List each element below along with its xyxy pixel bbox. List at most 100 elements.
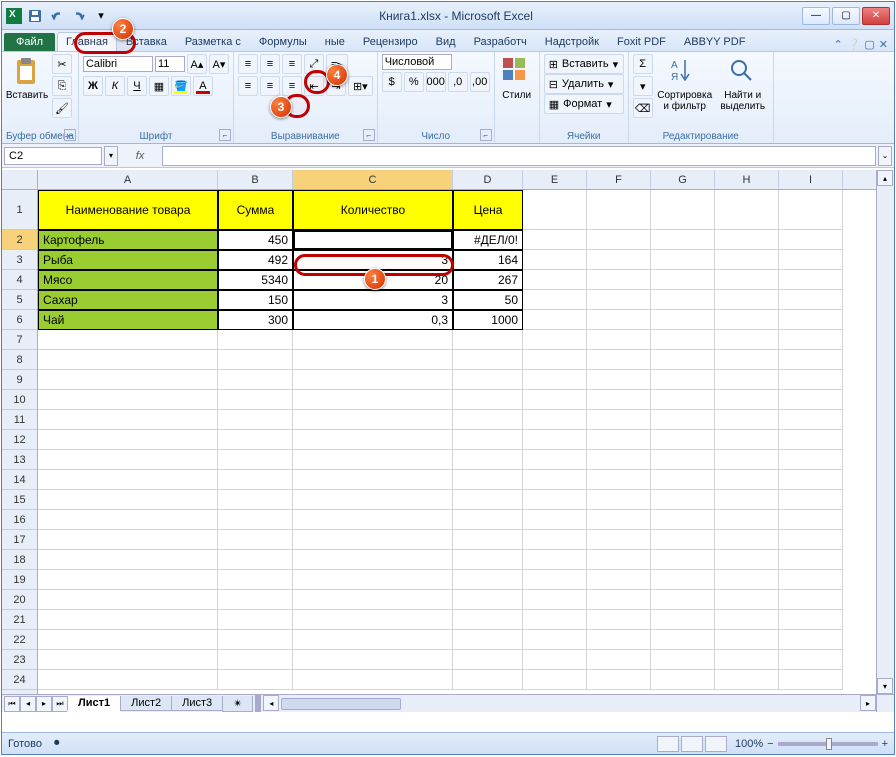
cell[interactable] [715,450,779,470]
cell[interactable]: Сумма [218,190,293,230]
cell[interactable] [779,530,843,550]
cell[interactable] [587,570,651,590]
cell[interactable] [523,310,587,330]
insert-cells-button[interactable]: ⊞Вставить ▾ [544,54,624,74]
cell[interactable] [38,590,218,610]
cell[interactable] [38,670,218,690]
qat-customize-icon[interactable]: ▾ [92,7,110,25]
row-header-9[interactable]: 9 [2,370,37,390]
cut-icon[interactable]: ✂ [52,54,72,74]
cell[interactable] [38,350,218,370]
cell[interactable] [779,550,843,570]
tab-last-icon[interactable]: ⏭ [52,696,68,712]
cell[interactable] [587,250,651,270]
cell[interactable] [715,330,779,350]
cell[interactable] [779,230,843,250]
formula-expand[interactable]: ⌄ [878,146,892,166]
cell[interactable] [218,670,293,690]
horizontal-scrollbar[interactable] [279,695,860,712]
cell[interactable] [523,330,587,350]
row-header-3[interactable]: 3 [2,250,37,270]
cell[interactable] [587,650,651,670]
macro-record-icon[interactable]: ⏺ [54,737,60,750]
cell[interactable] [453,630,523,650]
help-icon[interactable]: ❔ [847,38,861,51]
row-header-18[interactable]: 18 [2,550,37,570]
row-header-5[interactable]: 5 [2,290,37,310]
row-header-17[interactable]: 17 [2,530,37,550]
row-header-12[interactable]: 12 [2,430,37,450]
col-header-A[interactable]: A [38,170,218,189]
cell[interactable] [523,470,587,490]
cell[interactable] [218,510,293,530]
cell[interactable] [293,370,453,390]
align-bottom-icon[interactable]: ≡ [282,54,302,74]
cell[interactable] [715,610,779,630]
cell[interactable] [453,350,523,370]
cell[interactable] [453,650,523,670]
cell[interactable]: 267 [453,270,523,290]
row-header-14[interactable]: 14 [2,470,37,490]
cell[interactable] [218,450,293,470]
save-icon[interactable] [26,7,44,25]
alignment-launcher[interactable]: ⌐ [363,129,375,141]
row-header-19[interactable]: 19 [2,570,37,590]
cell[interactable] [218,490,293,510]
col-header-B[interactable]: B [218,170,293,189]
cell[interactable] [715,250,779,270]
cell[interactable] [587,390,651,410]
cell[interactable] [453,610,523,630]
cell[interactable] [453,470,523,490]
cell[interactable] [651,510,715,530]
cell[interactable] [715,510,779,530]
cell[interactable] [523,650,587,670]
cell[interactable] [779,630,843,650]
cell[interactable] [453,390,523,410]
cell[interactable] [587,370,651,390]
font-color-button[interactable]: A [193,76,213,96]
cell[interactable] [38,530,218,550]
cell[interactable]: 1000 [453,310,523,330]
cell[interactable] [453,450,523,470]
cell[interactable] [715,410,779,430]
row-header-13[interactable]: 13 [2,450,37,470]
cell[interactable] [38,510,218,530]
cell[interactable] [293,570,453,590]
cell[interactable] [293,550,453,570]
cell[interactable] [293,430,453,450]
cell[interactable] [779,390,843,410]
cell[interactable]: 300 [218,310,293,330]
namebox-dropdown[interactable]: ▾ [104,146,118,166]
align-left-icon[interactable]: ≡ [238,76,258,96]
currency-icon[interactable]: $ [382,72,402,92]
cell[interactable] [587,550,651,570]
align-center-icon[interactable]: ≡ [260,76,280,96]
tab-addins[interactable]: Надстройк [536,32,608,51]
scroll-up-icon[interactable]: ▴ [877,170,893,186]
cell[interactable] [651,190,715,230]
cell[interactable] [453,330,523,350]
cell[interactable] [651,670,715,690]
tab-split-handle[interactable] [255,695,261,712]
cell[interactable] [587,270,651,290]
cell[interactable] [293,670,453,690]
col-header-D[interactable]: D [453,170,523,189]
cell[interactable]: Мясо [38,270,218,290]
row-header-10[interactable]: 10 [2,390,37,410]
cell[interactable] [293,530,453,550]
cell[interactable]: 164 [453,250,523,270]
cell[interactable] [218,530,293,550]
scroll-down-icon[interactable]: ▾ [877,678,893,694]
cell[interactable] [293,510,453,530]
close-button[interactable]: ✕ [862,7,890,25]
row-header-21[interactable]: 21 [2,610,37,630]
zoom-slider[interactable] [778,742,878,746]
cell[interactable] [715,290,779,310]
cell[interactable] [587,450,651,470]
cell[interactable] [218,650,293,670]
cell[interactable] [715,390,779,410]
cell[interactable] [779,370,843,390]
paste-button[interactable]: Вставить [6,54,48,130]
minimize-button[interactable]: — [802,7,830,25]
cell[interactable] [293,350,453,370]
